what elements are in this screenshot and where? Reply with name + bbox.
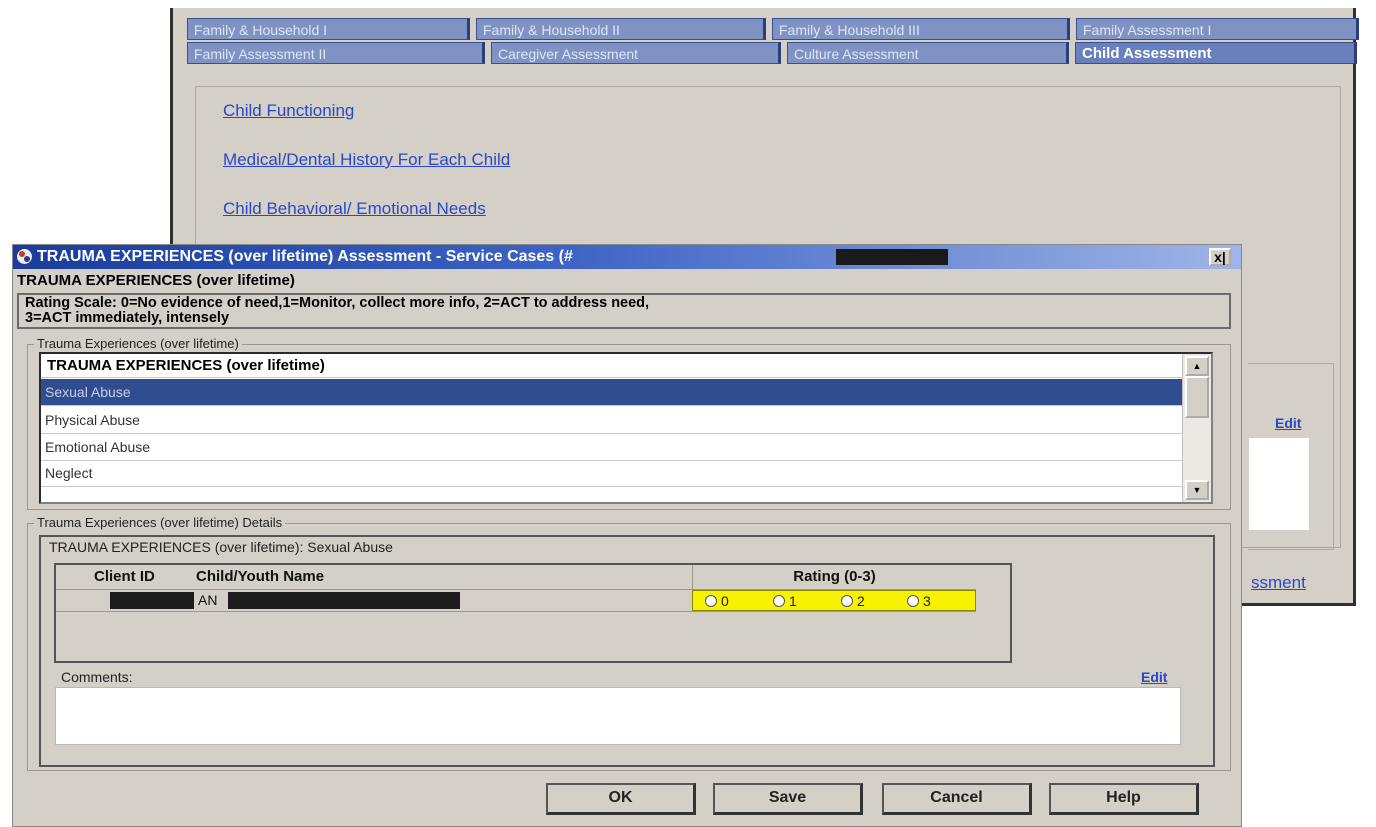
list-item-sexual-abuse[interactable]: Sexual Abuse <box>41 379 1183 406</box>
cancel-button[interactable]: Cancel <box>882 783 1032 815</box>
radio-circle-icon <box>705 595 717 607</box>
tab-family-household-1[interactable]: Family & Household I <box>187 18 470 40</box>
link-child-behavioral-needs[interactable]: Child Behavioral/ Emotional Needs <box>223 199 486 219</box>
tab-family-household-3[interactable]: Family & Household III <box>772 18 1070 40</box>
redacted-case-number <box>836 249 948 265</box>
trauma-list-group-label: Trauma Experiences (over lifetime) <box>34 336 242 351</box>
tab-row-1: Family & Household I Family & Household … <box>187 18 1365 42</box>
tab-row-2: Family Assessment II Caregiver Assessmen… <box>187 42 1363 66</box>
radio-circle-icon <box>841 595 853 607</box>
child-name-cell: AN <box>198 592 218 608</box>
background-text-area <box>1249 438 1309 530</box>
redacted-client-id <box>110 592 194 609</box>
rating-table: Client ID Child/Youth Name Rating (0-3) … <box>54 563 1012 663</box>
link-medical-dental-history[interactable]: Medical/Dental History For Each Child <box>223 150 510 170</box>
app-logo-icon <box>16 248 33 265</box>
comments-edit-link[interactable]: Edit <box>1141 669 1167 685</box>
column-header-client-id: Client ID <box>94 568 155 585</box>
trauma-listbox[interactable]: TRAUMA EXPERIENCES (over lifetime) Sexua… <box>39 352 1213 504</box>
close-button[interactable]: x| <box>1209 248 1231 266</box>
tab-culture-assessment[interactable]: Culture Assessment <box>787 42 1069 64</box>
rating-scale-line-2: 3=ACT immediately, intensely <box>25 310 230 326</box>
dialog-title: TRAUMA EXPERIENCES (over lifetime) Asses… <box>37 248 573 265</box>
rating-radio-1[interactable]: 1 <box>773 593 797 609</box>
tab-child-assessment[interactable]: Child Assessment <box>1075 42 1357 64</box>
comments-textarea[interactable] <box>55 687 1181 745</box>
rating-label-0: 0 <box>721 593 729 609</box>
rating-radio-0[interactable]: 0 <box>705 593 729 609</box>
column-header-rating: Rating (0-3) <box>692 565 976 589</box>
comments-label: Comments: <box>61 669 133 685</box>
list-scrollbar[interactable]: ▲ ▼ <box>1182 354 1211 502</box>
list-item-physical-abuse[interactable]: Physical Abuse <box>41 407 1183 434</box>
radio-circle-icon <box>907 595 919 607</box>
scrollbar-thumb[interactable] <box>1185 376 1209 418</box>
rating-label-3: 3 <box>923 593 931 609</box>
tab-family-assessment-1[interactable]: Family Assessment I <box>1076 18 1359 40</box>
list-item-emotional-abuse[interactable]: Emotional Abuse <box>41 434 1183 461</box>
scroll-up-arrow-icon[interactable]: ▲ <box>1185 356 1209 376</box>
details-caption: TRAUMA EXPERIENCES (over lifetime): Sexu… <box>49 539 393 555</box>
background-edit-link[interactable]: Edit <box>1275 415 1301 431</box>
dialog-titlebar[interactable]: TRAUMA EXPERIENCES (over lifetime) Asses… <box>13 245 1241 269</box>
rating-radio-group: 0 1 2 3 <box>692 590 976 611</box>
tab-family-assessment-2[interactable]: Family Assessment II <box>187 42 485 64</box>
tab-caregiver-assessment[interactable]: Caregiver Assessment <box>491 42 781 64</box>
rating-label-1: 1 <box>789 593 797 609</box>
tab-family-household-2[interactable]: Family & Household II <box>476 18 766 40</box>
dialog-heading: TRAUMA EXPERIENCES (over lifetime) <box>17 272 295 289</box>
link-child-functioning[interactable]: Child Functioning <box>223 101 354 121</box>
list-item-neglect[interactable]: Neglect <box>41 460 1183 487</box>
rating-scale-box: Rating Scale: 0=No evidence of need,1=Mo… <box>17 293 1231 329</box>
rating-label-2: 2 <box>857 593 865 609</box>
background-assessment-link[interactable]: ssment <box>1251 573 1306 593</box>
trauma-dialog: TRAUMA EXPERIENCES (over lifetime) Asses… <box>12 244 1242 827</box>
rating-radio-3[interactable]: 3 <box>907 593 931 609</box>
ok-button[interactable]: OK <box>546 783 696 815</box>
radio-circle-icon <box>773 595 785 607</box>
rating-radio-2[interactable]: 2 <box>841 593 865 609</box>
redacted-child-name <box>228 592 460 609</box>
rating-scale-line-1: Rating Scale: 0=No evidence of need,1=Mo… <box>25 295 650 311</box>
help-button[interactable]: Help <box>1049 783 1199 815</box>
column-header-child-name: Child/Youth Name <box>196 568 325 585</box>
scroll-down-arrow-icon[interactable]: ▼ <box>1185 480 1209 500</box>
save-button[interactable]: Save <box>713 783 863 815</box>
row-separator <box>56 611 976 612</box>
list-header: TRAUMA EXPERIENCES (over lifetime) <box>41 354 1183 378</box>
details-group-label: Trauma Experiences (over lifetime) Detai… <box>34 515 286 530</box>
